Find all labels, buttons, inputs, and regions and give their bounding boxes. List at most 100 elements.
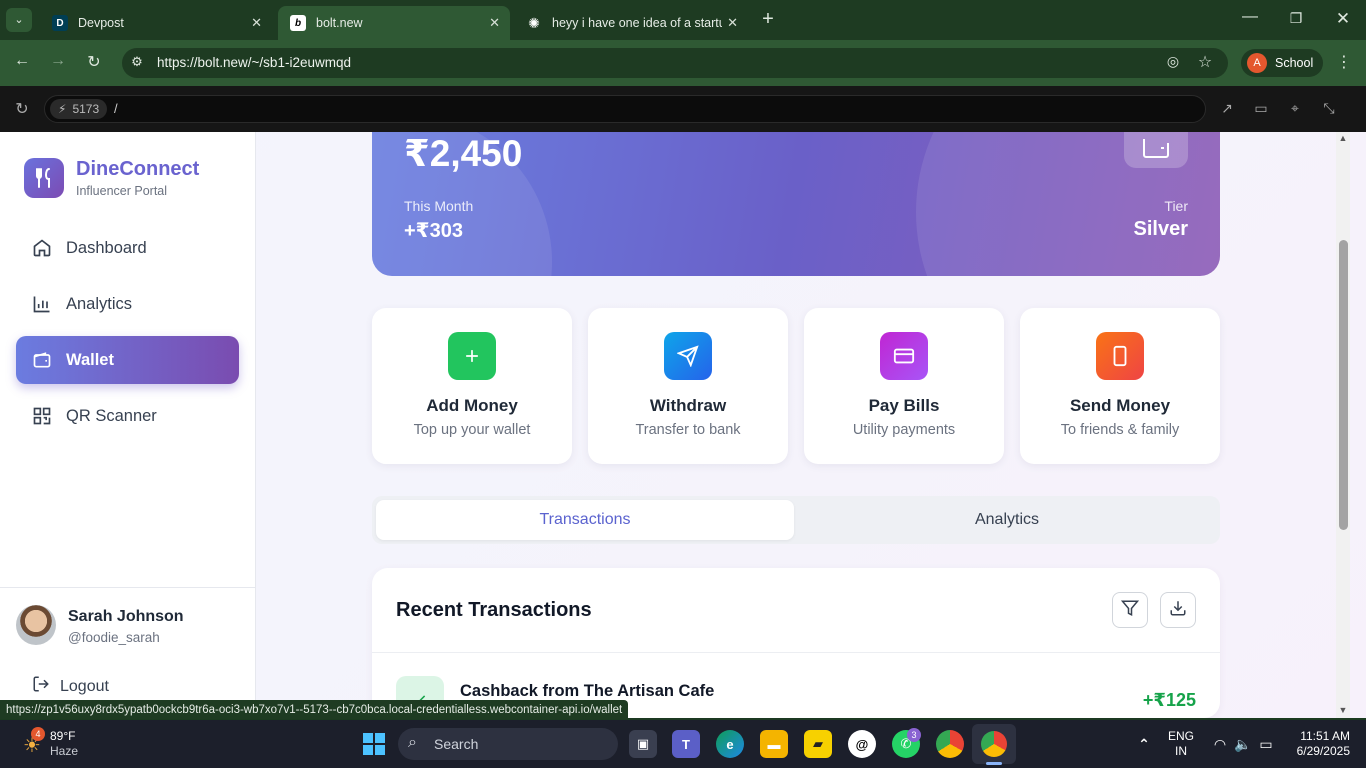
- withdraw-button[interactable]: Withdraw Transfer to bank: [588, 308, 788, 464]
- port-chip[interactable]: ⚡ 5173: [50, 99, 108, 119]
- sidebar-item-label: Wallet: [66, 350, 114, 369]
- sidebar-item-label: Analytics: [66, 294, 133, 313]
- smartphone-icon: [1096, 332, 1144, 380]
- add-money-button[interactable]: Add Money Top up your wallet: [372, 308, 572, 464]
- tier-label: Tier: [1164, 198, 1188, 214]
- weather-temp: 89°F: [50, 729, 76, 743]
- home-icon: [32, 238, 52, 258]
- browser-tab-bar: ⌄ D Devpost ✕ b bolt.new ✕ ✺ heyy i have…: [0, 0, 1366, 40]
- filter-button[interactable]: [1112, 592, 1148, 628]
- chat-favicon-icon: ✺: [528, 14, 540, 31]
- back-icon[interactable]: ←: [12, 52, 32, 70]
- divider: [0, 587, 256, 588]
- logout-label: Logout: [60, 677, 109, 695]
- clock-date: 6/29/2025: [1296, 744, 1350, 758]
- sidebar-item-analytics[interactable]: Analytics: [16, 280, 239, 328]
- tab-title: heyy i have one idea of a startu: [552, 16, 722, 30]
- bolt-favicon-icon: b: [290, 15, 306, 31]
- teams-icon[interactable]: T: [672, 730, 700, 758]
- port-number: 5173: [72, 102, 100, 116]
- lang-line1: ENG: [1167, 729, 1194, 743]
- qr-icon: [32, 406, 52, 426]
- tab-search-chevron-icon[interactable]: ⌄: [6, 8, 32, 32]
- action-title: Send Money: [1069, 396, 1171, 415]
- devpost-favicon-icon: D: [52, 15, 68, 31]
- preview-url-input[interactable]: [44, 95, 1206, 123]
- search-icon: ⌕: [408, 734, 417, 751]
- task-view-icon[interactable]: ▣: [629, 730, 657, 758]
- threads-icon[interactable]: @: [848, 730, 876, 758]
- tab-chat[interactable]: ✺ heyy i have one idea of a startu ✕: [514, 6, 748, 40]
- scrollbar-thumb[interactable]: [1339, 240, 1348, 530]
- logout-icon: [32, 675, 50, 698]
- collapse-icon[interactable]: ⤡: [1318, 100, 1340, 117]
- fork-knife-icon: [24, 158, 64, 198]
- restore-icon[interactable]: ❐: [1286, 10, 1306, 27]
- sidebar-item-dashboard[interactable]: Dashboard: [16, 224, 239, 272]
- sticky-notes-icon[interactable]: ▰: [804, 730, 832, 758]
- scroll-up-icon[interactable]: ▲: [1337, 133, 1349, 143]
- chrome-icon[interactable]: [936, 730, 964, 758]
- bookmark-star-icon[interactable]: ☆: [1194, 52, 1216, 72]
- action-title: Add Money: [426, 396, 518, 415]
- scroll-down-icon[interactable]: ▼: [1337, 705, 1349, 715]
- close-tab-icon[interactable]: ✕: [727, 15, 738, 31]
- preview-reload-icon[interactable]: ↻: [12, 99, 32, 119]
- user-name: Sarah Johnson: [68, 608, 184, 625]
- tab-title: bolt.new: [316, 16, 363, 30]
- sidebar-item-wallet[interactable]: Wallet: [16, 336, 239, 384]
- sidebar: DineConnect Influencer Portal Dashboard …: [0, 132, 256, 718]
- tab-bolt[interactable]: b bolt.new ✕: [278, 6, 510, 40]
- eye-off-icon[interactable]: ◎: [1162, 53, 1184, 70]
- close-window-icon[interactable]: ✕: [1333, 9, 1353, 29]
- open-external-icon[interactable]: ↗: [1216, 100, 1238, 117]
- sidebar-item-qr-scanner[interactable]: QR Scanner: [16, 392, 239, 440]
- send-money-button[interactable]: Send Money To friends & family: [1020, 308, 1220, 464]
- weather-widget[interactable]: 89°F Haze: [50, 729, 78, 759]
- tab-analytics[interactable]: Analytics: [798, 500, 1216, 540]
- month-value: +₹303: [404, 220, 463, 242]
- battery-icon[interactable]: ▭: [1252, 730, 1280, 758]
- reload-icon[interactable]: ↻: [84, 52, 104, 72]
- user-handle: @foodie_sarah: [68, 630, 160, 645]
- inspect-icon[interactable]: ⌖: [1284, 100, 1306, 117]
- site-settings-icon[interactable]: ⚙: [128, 54, 146, 70]
- devices-icon[interactable]: ▭: [1250, 100, 1272, 117]
- pay-bills-button[interactable]: Pay Bills Utility payments: [804, 308, 1004, 464]
- download-button[interactable]: [1160, 592, 1196, 628]
- transaction-name: Cashback from The Artisan Cafe: [460, 682, 715, 700]
- edge-icon[interactable]: e: [716, 730, 744, 758]
- credit-card-icon: [880, 332, 928, 380]
- clock[interactable]: 11:51 AM 6/29/2025: [1280, 729, 1350, 759]
- url-text[interactable]: https://bolt.new/~/sb1-i2euwmqd: [157, 55, 351, 70]
- whatsapp-badge: 3: [907, 728, 921, 742]
- recent-transactions-title: Recent Transactions: [396, 599, 592, 621]
- chrome-profile-icon[interactable]: [972, 724, 1016, 764]
- tab-devpost[interactable]: D Devpost ✕: [40, 6, 272, 40]
- file-explorer-icon[interactable]: ▬: [760, 730, 788, 758]
- logout-button[interactable]: Logout: [32, 675, 109, 698]
- chrome-icon: [981, 731, 1007, 757]
- forward-icon[interactable]: →: [48, 52, 68, 70]
- action-subtitle: Utility payments: [852, 422, 956, 438]
- new-tab-icon[interactable]: +: [756, 8, 780, 31]
- download-icon: [1169, 599, 1187, 622]
- active-indicator: [986, 762, 1002, 765]
- profile-chip[interactable]: A School: [1241, 49, 1323, 77]
- wallet-icon: [1124, 132, 1188, 168]
- language-indicator[interactable]: ENG IN: [1164, 729, 1198, 759]
- close-tab-icon[interactable]: ✕: [251, 15, 262, 31]
- chevron-up-icon[interactable]: ⌃: [1130, 730, 1158, 758]
- clock-time: 11:51 AM: [1300, 729, 1350, 743]
- preview-path: /: [114, 101, 118, 116]
- plus-icon: [448, 332, 496, 380]
- minimize-icon[interactable]: —: [1240, 8, 1260, 26]
- profile-avatar: A: [1247, 53, 1267, 73]
- search-label: Search: [434, 736, 479, 752]
- close-tab-icon[interactable]: ✕: [489, 15, 500, 31]
- windows-start-icon[interactable]: [360, 730, 388, 758]
- menu-dots-icon[interactable]: ⋮: [1334, 52, 1354, 72]
- taskbar-search[interactable]: ⌕ Search: [398, 728, 618, 760]
- tab-transactions[interactable]: Transactions: [376, 500, 794, 540]
- action-subtitle: Transfer to bank: [635, 422, 741, 438]
